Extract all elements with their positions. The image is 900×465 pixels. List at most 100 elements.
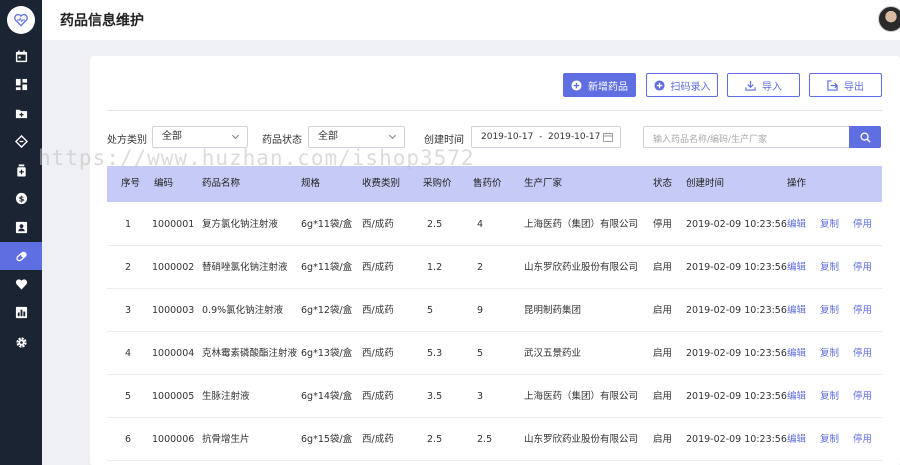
table-cell: 6g*13袋/盒 <box>301 348 353 359</box>
drug-status-value: 全部 <box>318 131 338 142</box>
search-button[interactable] <box>849 126 881 148</box>
sidebar-item-folder-plus[interactable] <box>0 99 42 127</box>
copy-link[interactable]: 复制 <box>820 418 839 461</box>
table-cell: 停用 <box>653 219 673 230</box>
table-cell: 5.3 <box>427 348 443 359</box>
table-cell: 生脉注射液 <box>202 391 250 402</box>
table-cell: 2019-02-09 10:23:56 <box>686 434 787 445</box>
sidebar-item-settings[interactable] <box>0 328 42 356</box>
table-cell: 启用 <box>653 262 673 273</box>
table-cell: 启用 <box>653 434 673 445</box>
table-cell: 1000002 <box>152 262 195 273</box>
table-cell: 西/成药 <box>362 434 394 445</box>
edit-link[interactable]: 编辑 <box>787 418 806 461</box>
import-button[interactable]: 导入 <box>727 73 800 97</box>
column-header: 药品名称 <box>202 178 241 189</box>
edit-link[interactable]: 编辑 <box>787 332 806 375</box>
table-cell: 3.5 <box>427 391 443 402</box>
table-cell: 1000003 <box>152 305 195 316</box>
table-header: 序号 编码 药品名称 规格 收费类别 采购价 售药价 生产厂家 状态 创建时间 … <box>107 166 882 202</box>
table-cell: 6g*11袋/盒 <box>301 219 353 230</box>
drug-status-select[interactable]: 全部 <box>308 126 405 148</box>
copy-link[interactable]: 复制 <box>820 246 839 289</box>
copy-link[interactable]: 复制 <box>820 375 839 418</box>
table-cell: 2019-02-09 10:23:56 <box>686 305 787 316</box>
copy-link[interactable]: 复制 <box>820 332 839 375</box>
chevron-down-icon <box>231 134 240 140</box>
calendar-icon <box>603 132 613 142</box>
edit-link[interactable]: 编辑 <box>787 289 806 332</box>
table-cell: 4 <box>477 219 484 230</box>
plus-circle-icon <box>571 79 582 91</box>
table-cell: 1 <box>125 219 132 230</box>
date-range-picker[interactable]: 2019-10-17 - 2019-10-17 <box>471 126 621 148</box>
table-cell: 2019-02-09 10:23:56 <box>686 262 787 273</box>
table-cell: 山东罗欣药业股份有限公司 <box>524 262 639 273</box>
bottle-icon <box>16 163 26 177</box>
search-input[interactable] <box>644 130 844 150</box>
search-box <box>643 126 881 150</box>
table-cell: 复方氯化钠注射液 <box>202 219 279 230</box>
table-cell: 6g*14袋/盒 <box>301 391 353 402</box>
column-header: 规格 <box>301 178 321 189</box>
export-button[interactable]: 导出 <box>809 73 882 97</box>
scan-entry-button[interactable]: 扫码录入 <box>646 73 718 97</box>
table-row: 1 1000001 复方氯化钠注射液 6g*11袋/盒 西/成药 2.5 4 上海医药（集团）… <box>107 203 882 246</box>
bar-chart-icon <box>15 306 27 318</box>
column-header: 采购价 <box>423 178 452 189</box>
export-label: 导出 <box>844 81 864 93</box>
edit-link[interactable]: 编辑 <box>787 375 806 418</box>
table-cell: 1000005 <box>152 391 195 402</box>
edit-link[interactable]: 编辑 <box>787 246 806 289</box>
table-cell: 山东罗欣药业股份有限公司 <box>524 434 639 445</box>
table-row: 2 1000002 替硝唑氯化钠注射液 6g*11袋/盒 西/成药 1.2 2 山东罗欣药业股… <box>107 246 882 289</box>
table-cell: 克林霉素磷酸酯注射液 <box>202 348 298 359</box>
table-cell: 启用 <box>653 348 673 359</box>
sidebar-item-bottle[interactable] <box>0 156 42 184</box>
rx-category-select[interactable]: 全部 <box>152 126 248 148</box>
disable-link[interactable]: 停用 <box>853 289 872 332</box>
sidebar-item-billing[interactable]: $ <box>0 184 42 212</box>
sidebar-item-favorites[interactable] <box>0 270 42 298</box>
sidebar-item-calendar[interactable] <box>0 42 42 70</box>
divider <box>107 110 883 111</box>
sidebar-item-statistics[interactable] <box>0 298 42 326</box>
chevron-down-icon <box>388 134 397 140</box>
drug-status-label: 药品状态 <box>262 135 302 146</box>
tag-icon <box>14 134 28 148</box>
disable-link[interactable]: 停用 <box>853 418 872 461</box>
copy-link[interactable]: 复制 <box>820 203 839 246</box>
logo-heart-icon[interactable] <box>7 6 35 34</box>
folder-plus-icon <box>15 109 27 118</box>
table-row: 4 1000004 克林霉素磷酸酯注射液 6g*13袋/盒 西/成药 5.3 5 武汉五景药业… <box>107 332 882 375</box>
column-header: 操作 <box>787 178 807 189</box>
disable-link[interactable]: 停用 <box>853 375 872 418</box>
copy-link[interactable]: 复制 <box>820 289 839 332</box>
table-cell: 2019-02-09 10:23:56 <box>686 348 787 359</box>
table-cell: 1.2 <box>427 262 443 273</box>
table-row: 6 1000006 抗骨增生片 6g*15袋/盒 西/成药 2.5 2.5 山东罗欣药业股份有… <box>107 418 882 461</box>
sidebar-item-contacts[interactable] <box>0 213 42 241</box>
column-header: 创建时间 <box>686 178 725 189</box>
table-cell: 2 <box>477 262 484 273</box>
disable-link[interactable]: 停用 <box>853 246 872 289</box>
sidebar-item-tag[interactable] <box>0 127 42 155</box>
sidebar-item-dashboard[interactable] <box>0 70 42 98</box>
table-cell: 3 <box>477 391 484 402</box>
table-row: 3 1000003 0.9%氯化钠注射液 6g*12袋/盒 西/成药 5 9 昆明制药集团 启用… <box>107 289 882 332</box>
disable-link[interactable]: 停用 <box>853 203 872 246</box>
sidebar-item-medicine[interactable] <box>0 242 42 270</box>
export-icon <box>827 79 838 91</box>
add-drug-button[interactable]: 新增药品 <box>563 73 636 97</box>
table-cell: 启用 <box>653 391 673 402</box>
dollar-icon: $ <box>15 192 27 204</box>
disable-link[interactable]: 停用 <box>853 332 872 375</box>
table-cell: 5 <box>477 348 484 359</box>
edit-link[interactable]: 编辑 <box>787 203 806 246</box>
table-cell: 2019-02-09 10:23:56 <box>686 219 787 230</box>
table-cell: 西/成药 <box>362 391 394 402</box>
table-cell: 启用 <box>653 305 673 316</box>
table-cell: 5 <box>125 391 132 402</box>
table-cell: 西/成药 <box>362 348 394 359</box>
avatar[interactable] <box>878 6 900 32</box>
